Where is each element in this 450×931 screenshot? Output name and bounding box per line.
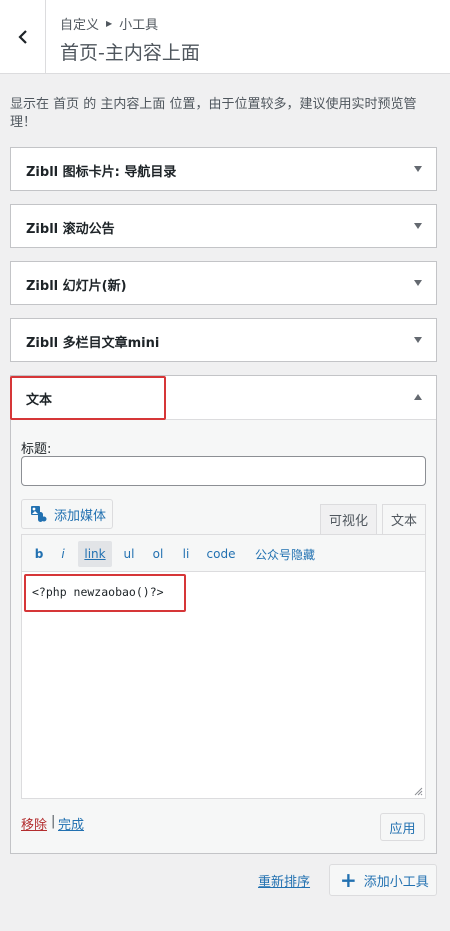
widget-multi-post-mini[interactable]: Zibll 多栏目文章mini [10, 318, 437, 362]
title-input[interactable] [21, 456, 426, 486]
hide-button[interactable]: 公众号隐藏 [250, 541, 320, 567]
ul-button[interactable]: ul [120, 541, 138, 567]
italic-button[interactable]: i [56, 541, 70, 567]
remove-link[interactable]: 移除 [21, 814, 47, 833]
link-button[interactable]: link [78, 541, 112, 567]
breadcrumb: 自定义 ▶ 小工具 [60, 14, 158, 33]
highlight-box [24, 574, 186, 612]
apply-button[interactable]: 应用 [380, 813, 425, 841]
resize-handle-icon[interactable] [414, 787, 423, 796]
page-title: 首页-主内容上面 [60, 42, 200, 64]
breadcrumb-root: 自定义 [60, 18, 100, 33]
widget-title: Zibll 幻灯片(新) [26, 279, 127, 294]
caret-down-icon[interactable] [414, 223, 422, 229]
add-widget-label: 添加小工具 [363, 874, 429, 890]
ol-button[interactable]: ol [149, 541, 167, 567]
tab-text[interactable]: 文本 [382, 504, 426, 534]
widget-title: Zibll 滚动公告 [26, 222, 115, 237]
code-button[interactable]: code [204, 541, 238, 567]
plus-icon: + [340, 868, 357, 892]
caret-down-icon[interactable] [414, 337, 422, 343]
media-icon [31, 506, 47, 522]
widget-text-expanded: 文本 标题: 添加媒体 可视化 文本 b i link ul ol li cod… [10, 375, 437, 854]
widget-scroll-notice[interactable]: Zibll 滚动公告 [10, 204, 437, 248]
widget-title: Zibll 图标卡片: 导航目录 [26, 165, 177, 180]
reorder-link[interactable]: 重新排序 [258, 871, 310, 890]
caret-down-icon[interactable] [414, 166, 422, 172]
widget-icon-card[interactable]: Zibll 图标卡片: 导航目录 [10, 147, 437, 191]
highlight-box [10, 376, 166, 420]
link-separator: | [51, 814, 56, 829]
breadcrumb-current: 小工具 [119, 18, 159, 33]
caret-down-icon[interactable] [414, 280, 422, 286]
breadcrumb-separator-icon: ▶ [106, 19, 113, 28]
chevron-left-icon [17, 29, 27, 44]
customizer-header: 自定义 ▶ 小工具 首页-主内容上面 [0, 0, 450, 74]
widget-slider[interactable]: Zibll 幻灯片(新) [10, 261, 437, 305]
title-field-label: 标题: [21, 442, 52, 457]
caret-up-icon[interactable] [414, 394, 422, 400]
back-button[interactable] [0, 0, 46, 73]
add-media-label: 添加媒体 [54, 508, 107, 524]
add-media-button[interactable]: 添加媒体 [21, 499, 113, 529]
add-widget-button[interactable]: + 添加小工具 [329, 864, 437, 896]
bold-button[interactable]: b [32, 541, 46, 567]
li-button[interactable]: li [179, 541, 193, 567]
quicktags-toolbar: b i link ul ol li code 公众号隐藏 [22, 535, 425, 572]
done-link[interactable]: 完成 [58, 814, 84, 833]
tab-visual[interactable]: 可视化 [320, 504, 377, 534]
section-description: 显示在 首页 的 主内容上面 位置，由于位置较多，建议使用实时预览管理！ [10, 97, 417, 130]
widget-title: Zibll 多栏目文章mini [26, 336, 160, 351]
